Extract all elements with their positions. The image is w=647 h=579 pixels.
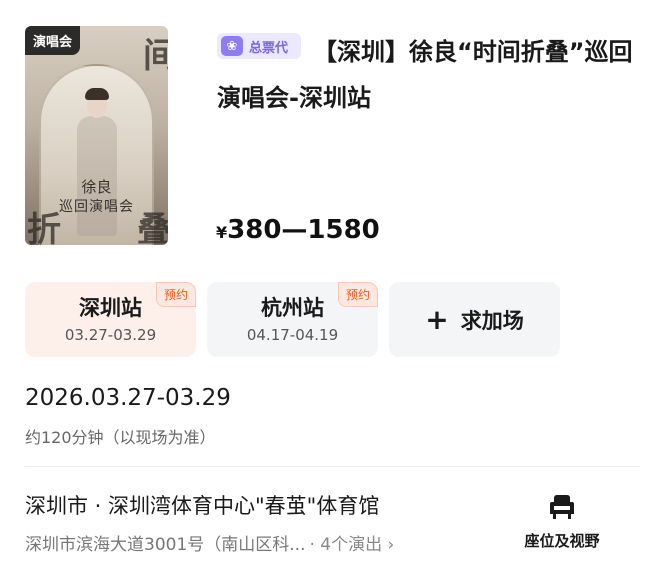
- reserve-tag: 预约: [155, 282, 196, 307]
- show-count-link[interactable]: · 4个演出 ›: [309, 530, 394, 555]
- city-date: 04.17-04.19: [246, 326, 339, 344]
- seat-icon: [550, 495, 574, 519]
- agent-badge: ❀ 总票代: [217, 33, 301, 59]
- request-extra-show-label: 求加场: [460, 308, 524, 333]
- seat-view-label: 座位及视野: [524, 532, 600, 550]
- divider: [25, 466, 640, 467]
- address-text: 深圳市滨海大道3001号（南山区科...: [25, 535, 306, 555]
- city-card-shenzhen[interactable]: 深圳站 03.27-03.29 预约: [25, 282, 196, 357]
- poster-title-line1: 徐良: [81, 178, 112, 196]
- event-duration: 约120分钟（以现场为准）: [25, 428, 216, 447]
- price-currency: ¥: [216, 223, 228, 242]
- reserve-tag: 预约: [337, 282, 378, 307]
- city-date: 03.27-03.29: [64, 326, 157, 344]
- poster-char-top: 间: [143, 36, 168, 76]
- agent-badge-label: 总票代: [249, 40, 289, 56]
- seat-view-button[interactable]: 座位及视野: [510, 494, 614, 551]
- request-extra-show-button[interactable]: + 求加场: [389, 282, 560, 357]
- flower-icon: ❀: [221, 36, 243, 56]
- venue-address[interactable]: 深圳市滨海大道3001号（南山区科... · 4个演出 ›: [25, 530, 394, 555]
- concert-poster[interactable]: 间 折 叠 徐良 巡回演唱会 演唱会: [25, 26, 168, 245]
- plus-icon: +: [425, 302, 449, 336]
- city-card-hangzhou[interactable]: 杭州站 04.17-04.19 预约: [207, 282, 378, 357]
- price-range: ¥380—1580: [216, 215, 380, 245]
- poster-title-line2: 巡回演唱会: [59, 199, 134, 215]
- event-datetime: 2026.03.27-03.29: [25, 385, 231, 411]
- category-tag: 演唱会: [25, 26, 81, 55]
- poster-figure-hair: [85, 88, 109, 100]
- price-value: 380—1580: [227, 215, 380, 245]
- venue-name[interactable]: 深圳市 · 深圳湾体育中心"春茧"体育馆: [25, 490, 379, 520]
